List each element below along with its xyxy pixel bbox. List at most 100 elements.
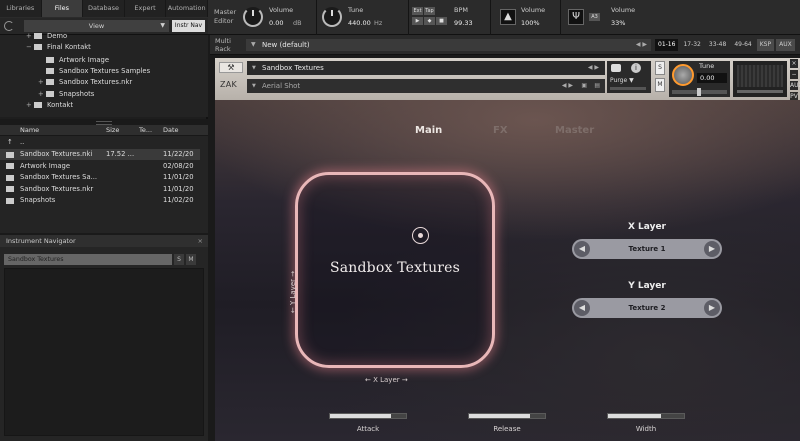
col-size[interactable]: Size [106,125,119,136]
reference-tone-button[interactable]: A3 [589,13,600,21]
master-volume-value[interactable]: 0.00 [269,19,283,27]
tap-button[interactable]: Tap [424,7,435,15]
tab-libraries[interactable]: Libraries [0,0,42,17]
reference-volume-value[interactable]: 33% [611,19,625,27]
y-layer-selector[interactable]: ◀ Texture 2 ▶ [572,298,722,318]
navigator-list-area [4,268,204,436]
ksp-button[interactable]: KSP [756,39,775,51]
file-row[interactable]: Sandbox Textures.nkr 11/01/20 [0,184,200,195]
tab-fx[interactable]: FX [493,125,508,136]
solo-button[interactable]: S [174,254,184,265]
mute-button[interactable]: M [655,78,665,92]
expand-toggle-icon[interactable]: + [26,100,34,111]
volume-slider[interactable] [737,90,783,93]
xy-pad-cursor[interactable] [412,227,429,244]
aux-button[interactable]: AUX [776,39,795,51]
master-tune-knob[interactable] [322,7,342,27]
pan-slider[interactable] [672,88,727,96]
tab-files[interactable]: Files [41,0,84,17]
stop-icon[interactable]: ■ [436,17,447,25]
solo-button[interactable]: S [655,61,665,75]
mute-button[interactable]: M [186,254,196,265]
bpm-value[interactable]: 99.33 [454,19,473,27]
instrument-tune-knob[interactable] [672,64,694,86]
tree-item[interactable]: + Kontakt [26,100,73,111]
instrument-tune-value[interactable]: 0.00 [697,73,727,83]
minimize-icon[interactable]: − [790,70,798,79]
next-arrow-icon[interactable]: ▶ [704,241,720,257]
file-row[interactable]: Snapshots 11/02/20 [0,195,200,206]
save-icon[interactable]: ▣ [581,79,587,93]
width-slider[interactable] [607,413,685,419]
file-name: Sandbox Textures.nkr [20,184,94,193]
attack-label: Attack [356,425,380,433]
prev-arrow-icon[interactable]: ◀ [574,300,590,316]
release-slider[interactable] [468,413,546,419]
collapse-icon[interactable]: ▼ [252,61,256,75]
purge-dropdown[interactable]: Purge ▼ [610,77,634,84]
attack-slider[interactable] [329,413,407,419]
width-slider-fill [608,414,662,418]
page-49-64[interactable]: 49-64 [731,39,754,51]
x-layer-selector[interactable]: ◀ Texture 1 ▶ [572,239,722,259]
file-size: 17.52 ... [106,150,135,158]
page-17-32[interactable]: 17-32 [680,39,703,51]
next-arrow-icon[interactable]: ▶ [704,300,720,316]
prev-next-arrows-icon[interactable]: ◀ ▶ [562,79,573,93]
tree-item[interactable]: + Sandbox Textures.nkr [38,77,132,88]
close-icon[interactable]: × [198,235,203,247]
expand-toggle-icon[interactable]: − [26,42,34,53]
master-tune-value[interactable]: 440.00 [348,19,371,27]
file-date: 11/02/20 [163,196,194,204]
col-name[interactable]: Name [20,125,39,136]
tree-item[interactable]: + Snapshots [38,89,94,100]
tab-main[interactable]: Main [415,125,442,136]
col-date[interactable]: Date [163,125,179,136]
col-type[interactable]: Te... [139,125,152,136]
chevron-down-icon[interactable]: ▼ [252,79,256,93]
page-33-48[interactable]: 33-48 [706,39,729,51]
snapshot-field[interactable]: ▼ Aerial Shot ◀ ▶ ▣ ▤ [247,79,605,93]
file-row[interactable]: Sandbox Textures Sa... 11/01/20 [0,172,200,183]
prev-arrow-icon[interactable]: ◀ [574,241,590,257]
multi-preset-field[interactable]: ▼ New (default) ◀ ▶ [246,39,651,51]
page-01-16[interactable]: 01-16 [655,39,679,51]
tree-item[interactable]: − Final Kontakt [26,42,91,53]
master-tune-label: Tune [348,6,364,14]
tab-expert[interactable]: Expert [125,0,167,17]
instrument-name-field[interactable]: ▼ Sandbox Textures ◀ ▶ [247,61,605,75]
metronome-volume-value[interactable]: 100% [521,19,540,27]
chevron-down-icon: ▼ [251,41,256,48]
metronome-icon[interactable]: ◆ [424,17,435,25]
tab-master[interactable]: Master [555,125,594,136]
play-icon[interactable]: ▶ [412,17,423,25]
prev-next-arrows-icon[interactable]: ◀ ▶ [636,39,647,51]
expand-toggle-icon[interactable]: + [26,31,34,42]
tuning-fork-icon[interactable]: Ψ [568,9,584,25]
tab-database[interactable]: Database [83,0,125,17]
close-icon[interactable]: × [790,59,798,68]
info-icon[interactable]: i [631,63,641,73]
expand-toggle-icon[interactable]: + [38,77,46,88]
file-row-up[interactable]: ↑ .. [0,137,200,148]
tree-item[interactable]: Artwork Image [38,55,109,66]
expand-toggle-icon[interactable]: + [38,89,46,100]
navigator-instrument-name[interactable]: Sandbox Textures [4,254,172,265]
tab-automation[interactable]: Automation [166,0,208,17]
master-volume-knob[interactable] [243,7,263,27]
aux-button[interactable]: AUX [790,81,800,90]
ext-button[interactable]: Ext [412,7,423,15]
camera-icon[interactable] [611,64,621,72]
file-row[interactable]: Sandbox Textures.nki 17.52 ... 11/22/20 [0,149,200,160]
instr-nav-button[interactable]: Instr Nav [172,20,205,32]
metronome-icon[interactable]: ▲ [500,9,516,25]
delete-icon[interactable]: ▤ [594,79,600,93]
y-layer-value: Texture 2 [628,304,666,312]
refresh-icon[interactable] [4,21,14,31]
navigator-row[interactable]: Sandbox Textures S M [4,254,204,265]
file-row[interactable]: Artwork Image 02/08/20 [0,161,200,172]
wrench-icon[interactable]: ⚒ [219,62,243,73]
prev-next-arrows-icon[interactable]: ◀ ▶ [588,61,599,75]
tree-item[interactable]: + Demo [26,31,67,42]
tree-item[interactable]: Sandbox Textures Samples [38,66,150,77]
